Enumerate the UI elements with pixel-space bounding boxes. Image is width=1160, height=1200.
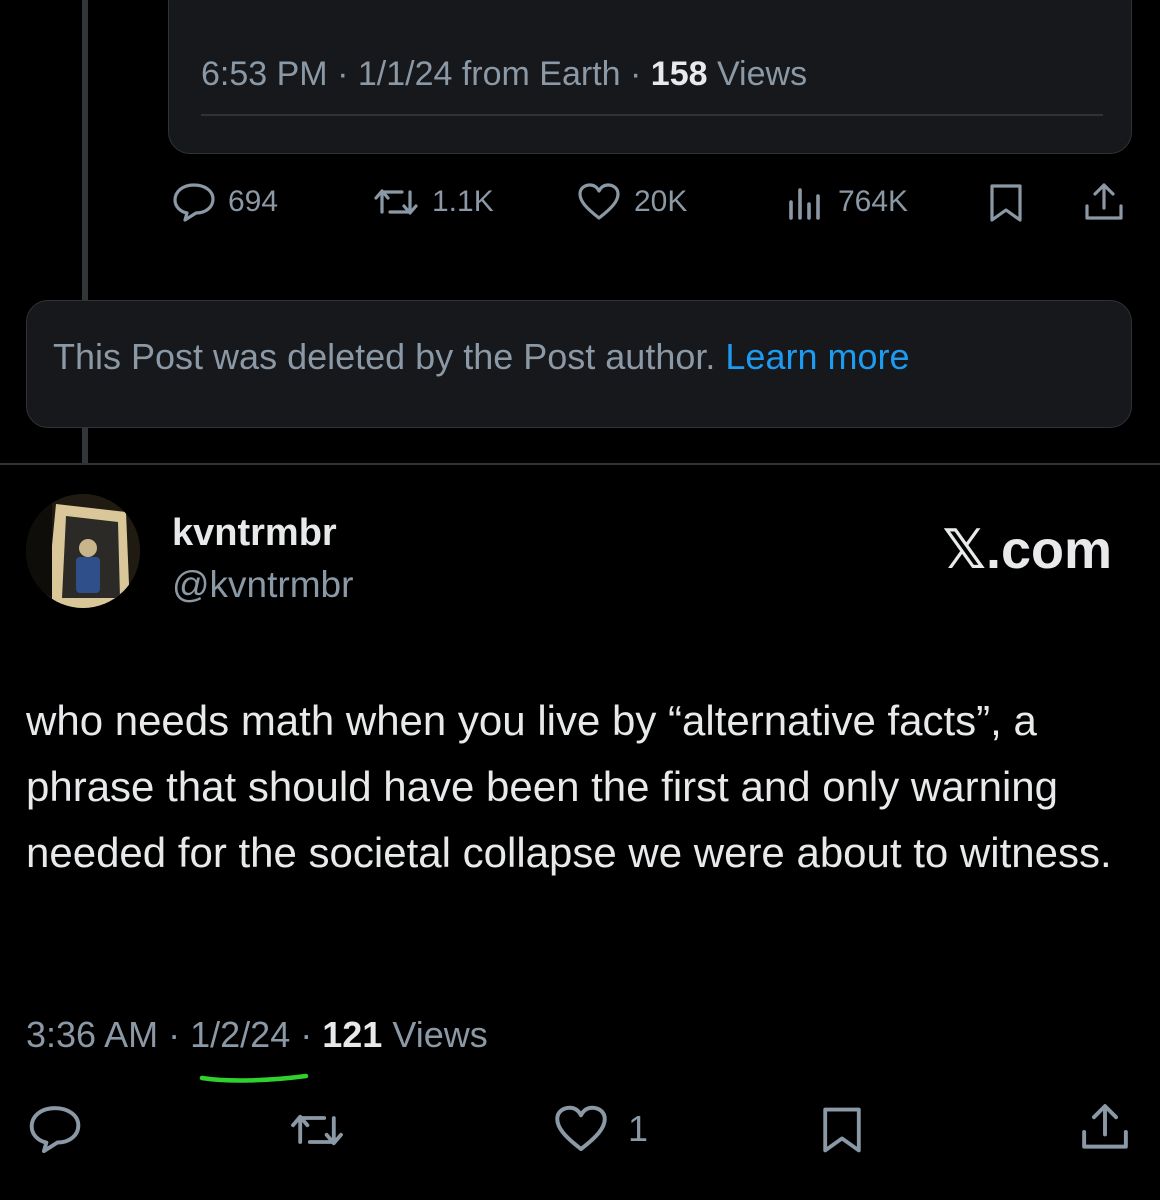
quoted-post-card[interactable]: 6:53 PM · 1/1/24 from Earth · 158 Views: [168, 0, 1132, 154]
quoted-post-meta: 6:53 PM · 1/1/24 from Earth · 158 Views: [201, 55, 808, 93]
reply-icon: [28, 1104, 82, 1154]
repost-button[interactable]: 1.1K: [372, 182, 494, 222]
avatar[interactable]: [26, 494, 140, 608]
views-count: 764K: [838, 185, 909, 218]
like-count: 20K: [634, 185, 688, 218]
display-name[interactable]: kvntrmbr: [172, 512, 337, 555]
quoted-post-source: from Earth: [461, 55, 621, 93]
like-count: 1: [628, 1108, 649, 1149]
share-icon: [1078, 1100, 1132, 1154]
reply-button[interactable]: [28, 1104, 82, 1154]
reply-button[interactable]: 694: [172, 182, 278, 222]
post-meta: 3:36 AM · 1/2/24 · 121 Views: [26, 1014, 488, 1055]
deleted-post-text: This Post was deleted by the Post author…: [53, 336, 716, 377]
bookmark-icon: [818, 1104, 866, 1156]
post-time: 3:36 AM: [26, 1014, 159, 1055]
views-button[interactable]: 764K: [786, 182, 908, 222]
reply-icon: [172, 182, 216, 222]
green-underline-annotation: [199, 1073, 309, 1083]
share-icon: [1082, 180, 1126, 224]
quoted-post-time: 6:53 PM: [201, 55, 328, 93]
reply-count: 694: [228, 185, 279, 218]
thread-line: [82, 0, 88, 300]
repost-icon: [372, 182, 420, 222]
quoted-post-date[interactable]: 1/1/24: [358, 55, 453, 93]
learn-more-link[interactable]: Learn more: [725, 336, 909, 377]
quoted-post-views-count: 158: [650, 55, 708, 93]
username-handle[interactable]: @kvntrmbr: [172, 564, 353, 606]
x-brand-logo: 𝕏.com: [942, 520, 1112, 580]
like-button[interactable]: 1: [552, 1104, 648, 1154]
like-icon: [576, 182, 622, 222]
like-icon: [552, 1104, 610, 1154]
like-button[interactable]: 20K: [576, 182, 687, 222]
post-text: who needs math when you live by “alterna…: [26, 697, 1112, 876]
share-button[interactable]: [1082, 180, 1126, 224]
views-icon: [786, 182, 826, 222]
bookmark-icon: [986, 182, 1026, 224]
divider: [201, 114, 1103, 116]
divider: [0, 463, 1160, 465]
thread-line: [82, 428, 88, 464]
quoted-post-views-label: Views: [716, 55, 808, 93]
repost-button[interactable]: [288, 1106, 346, 1154]
bookmark-button[interactable]: [818, 1104, 866, 1156]
post-date[interactable]: 1/2/24: [190, 1014, 290, 1055]
deleted-post-notice: This Post was deleted by the Post author…: [26, 300, 1132, 428]
post-views-label: Views: [392, 1014, 488, 1055]
bookmark-button[interactable]: [986, 182, 1026, 224]
share-button[interactable]: [1078, 1100, 1132, 1154]
repost-icon: [288, 1106, 346, 1154]
avatar-image: [26, 494, 140, 608]
post-views-count: 121: [322, 1014, 383, 1055]
repost-count: 1.1K: [432, 185, 494, 218]
